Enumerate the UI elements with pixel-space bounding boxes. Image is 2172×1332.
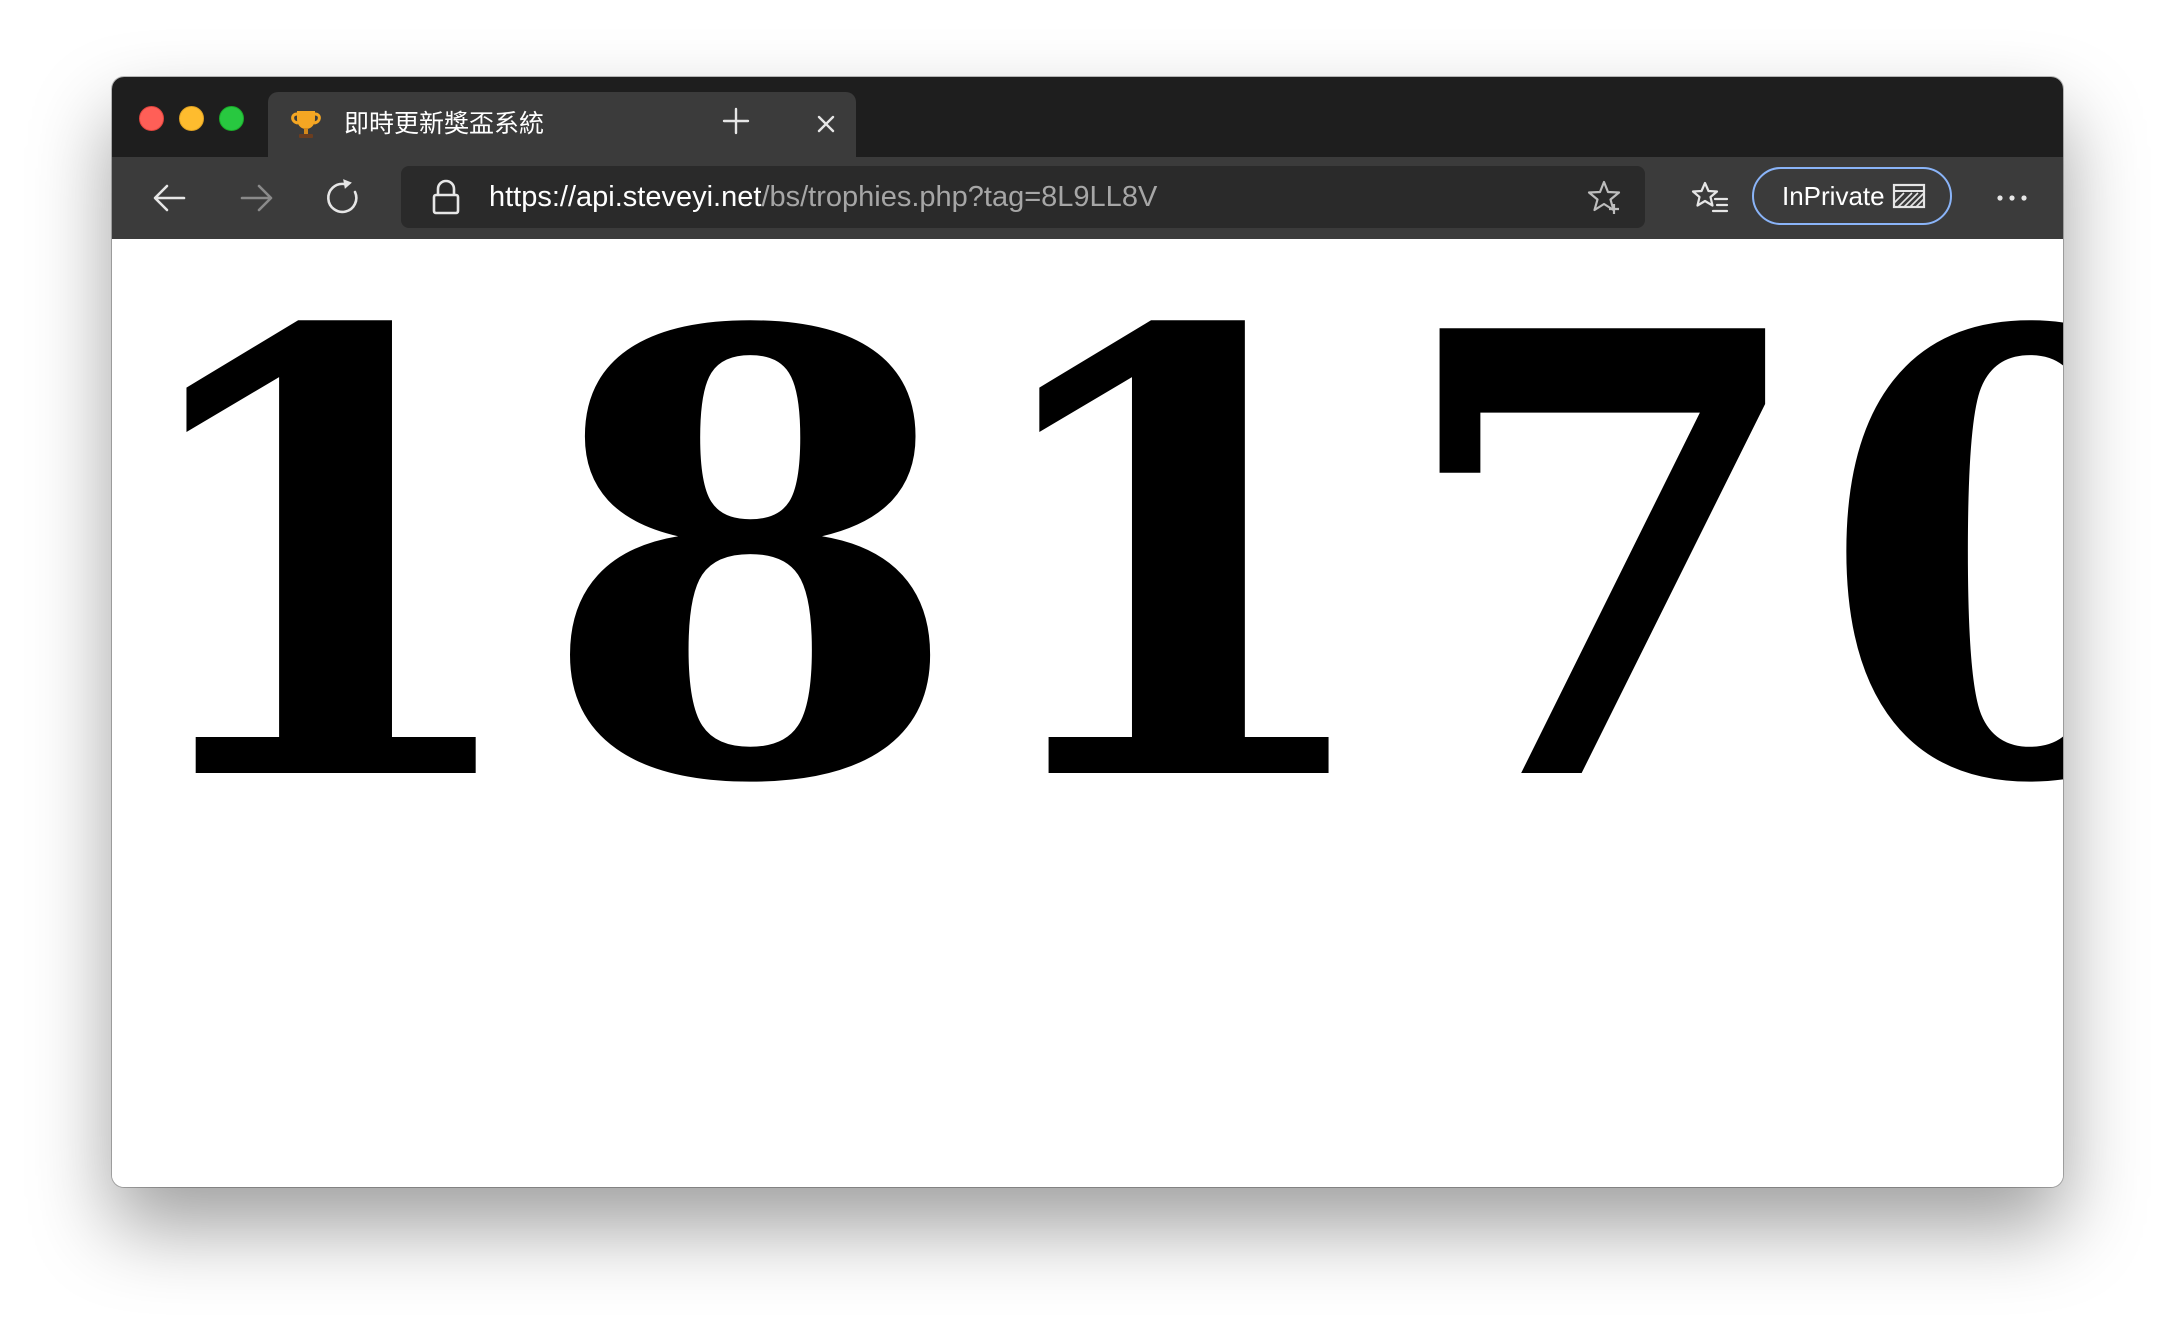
minimize-window-button[interactable] [179, 106, 204, 131]
trophy-count: 18170 [112, 200, 2063, 917]
trophy-icon [291, 111, 321, 138]
close-icon[interactable] [812, 110, 840, 138]
close-window-button[interactable] [139, 106, 164, 131]
screenshot-stage: 即時更新獎盃系統 https://api.steveyi.net/bs/trop… [0, 0, 2172, 1332]
browser-window: 即時更新獎盃系統 https://api.steveyi.net/bs/trop… [112, 77, 2063, 1187]
zoom-window-button[interactable] [219, 106, 244, 131]
plus-icon[interactable] [720, 105, 752, 137]
tab-title: 即時更新獎盃系統 [344, 110, 545, 138]
tab-strip: 即時更新獎盃系統 [112, 77, 2063, 157]
active-tab[interactable]: 即時更新獎盃系統 [268, 92, 856, 157]
page-content: 18170 [112, 239, 2063, 1187]
